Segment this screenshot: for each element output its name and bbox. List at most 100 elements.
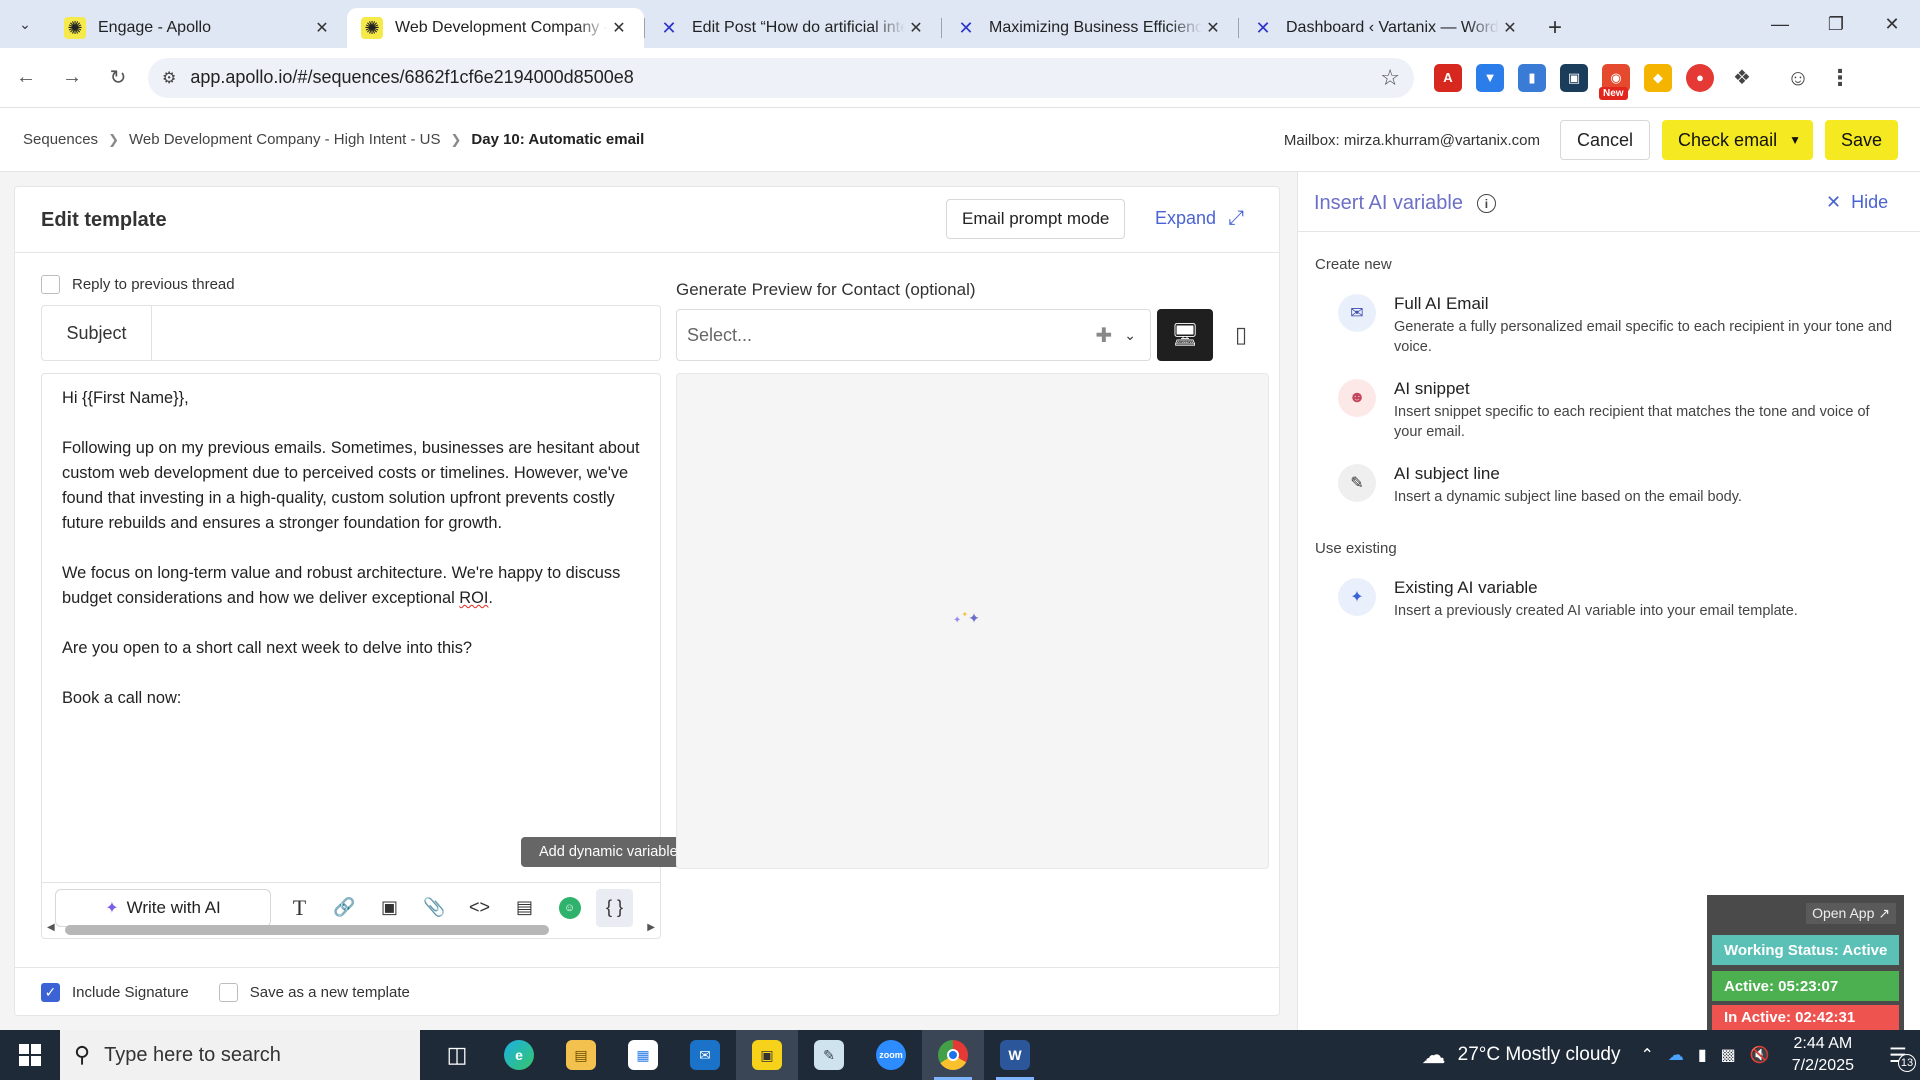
zoom-icon[interactable]: zoom <box>860 1030 922 1080</box>
apollo-icon: ✺ <box>361 17 383 39</box>
body-paragraph: Book a call now: <box>62 689 182 707</box>
scroll-right-icon[interactable]: ▶ <box>647 922 655 933</box>
taskbar-search-input[interactable]: ⚲ Type here to search <box>60 1030 420 1080</box>
onedrive-cloud-icon[interactable]: ☁ <box>1668 1045 1684 1065</box>
close-icon[interactable]: ✕ <box>608 18 630 38</box>
subject-input[interactable] <box>152 306 660 360</box>
working-status: Working Status: Active <box>1712 935 1899 965</box>
reload-icon[interactable]: ↻ <box>98 58 138 98</box>
desktop-view-icon[interactable]: 🖥 <box>1157 309 1213 361</box>
email-prompt-mode-button[interactable]: Email prompt mode <box>946 199 1126 239</box>
include-signature-option[interactable]: ✓ Include Signature <box>41 983 189 1002</box>
email-body-text[interactable]: Hi {{First Name}}, Following up on my pr… <box>62 386 642 736</box>
taskbar-clock[interactable]: 2:44 AM 7/2/2025 <box>1792 1033 1854 1077</box>
plugin-icon: ✚ <box>1095 324 1113 347</box>
browser-tab-edit-post[interactable]: ✕ Edit Post “How do artificial intellige… <box>644 8 941 48</box>
close-window-icon[interactable]: ✕ <box>1864 0 1920 48</box>
save-button[interactable]: Save <box>1824 120 1898 160</box>
camera-extension-icon[interactable]: ▣ <box>1560 63 1588 92</box>
restore-icon[interactable]: ❐ <box>1808 0 1864 48</box>
puzzle-extensions-icon[interactable]: ❖ <box>1728 64 1756 92</box>
save-as-template-option[interactable]: Save as a new template <box>218 983 410 1002</box>
create-new-label: Create new <box>1315 256 1392 273</box>
file-explorer-icon[interactable]: ▤ <box>550 1030 612 1080</box>
microsoft-store-icon[interactable]: ▦ <box>612 1030 674 1080</box>
notepad-icon[interactable]: ✎ <box>798 1030 860 1080</box>
reply-thread-checkbox[interactable] <box>41 275 60 294</box>
extension-icons: A ▼ ▮ ▣ ◉ New ◆ ● ❖ ☺ ⋮ <box>1434 63 1854 100</box>
contact-select[interactable]: Select... ✚ ⌄ <box>676 309 1151 361</box>
include-signature-checkbox[interactable]: ✓ <box>41 983 60 1002</box>
loading-sparkle-icon: ✦✦✦ <box>953 610 980 626</box>
browser-tab-web-dev[interactable]: ✺ Web Development Company - High Intent … <box>347 8 644 48</box>
site-settings-icon[interactable]: ⚙ <box>162 68 176 88</box>
full-ai-email-option[interactable]: ✉ Full AI Email Generate a fully persona… <box>1338 294 1898 357</box>
windows-taskbar: ⚲ Type here to search ◫ e ▤ ▦ ✉ ▣ ✎ zoom… <box>0 1030 1920 1080</box>
chevron-up-icon[interactable]: ⌃ <box>1640 1045 1653 1065</box>
network-icon[interactable]: ▩ <box>1721 1045 1736 1065</box>
battery-icon[interactable]: ▮ <box>1698 1045 1707 1065</box>
toolbar-scrollbar[interactable]: ◀ ▶ <box>41 920 661 938</box>
profile-avatar-icon[interactable]: ☺ <box>1784 64 1812 92</box>
hide-panel-button[interactable]: ✕ Hide <box>1826 192 1888 213</box>
mobile-view-icon[interactable]: ▯ <box>1213 309 1269 361</box>
subject-sparkle-icon: ✎ <box>1338 464 1376 502</box>
word-icon[interactable]: W <box>984 1030 1046 1080</box>
address-bar: ← → ↻ ⚙ app.apollo.io/#/sequences/6862f1… <box>0 48 1920 108</box>
task-view-icon[interactable]: ◫ <box>426 1030 488 1080</box>
notification-center-icon[interactable]: ☰ 13 <box>1876 1030 1920 1080</box>
tab-title: Maximizing Business Efficiency <box>989 19 1202 36</box>
save-as-template-label: Save as a new template <box>249 984 410 1001</box>
mail-icon[interactable]: ✉ <box>674 1030 736 1080</box>
browser-tab-bar: ⌄ ✺ Engage - Apollo ✕ ✺ Web Development … <box>0 0 1920 48</box>
x-icon: ✕ <box>661 17 677 38</box>
ai-subject-line-option[interactable]: ✎ AI subject line Insert a dynamic subje… <box>1338 464 1898 507</box>
volume-muted-icon[interactable]: 🔇 <box>1750 1045 1770 1065</box>
new-tab-plus-icon[interactable]: + <box>1535 8 1575 48</box>
scrollbar-thumb[interactable] <box>65 925 549 935</box>
document-extension-icon[interactable]: ▮ <box>1518 63 1546 92</box>
forward-arrow-icon[interactable]: → <box>52 58 92 98</box>
shield-extension-icon[interactable]: ▼ <box>1476 63 1504 92</box>
breadcrumb-current-step: Day 10: Automatic email <box>471 131 645 148</box>
check-email-button[interactable]: Check email ▼ <box>1662 120 1813 160</box>
weather-widget[interactable]: ☁ 27°C Mostly cloudy <box>1422 1041 1621 1070</box>
breadcrumb-sequences[interactable]: Sequences <box>23 131 98 148</box>
open-app-link[interactable]: Open App ↗ <box>1806 903 1896 924</box>
email-preview-pane: ✦✦✦ <box>676 373 1269 869</box>
expand-button[interactable]: Expand ⤢ <box>1155 207 1244 230</box>
browser-tab-engage[interactable]: ✺ Engage - Apollo ✕ <box>50 8 347 48</box>
more-menu-icon[interactable]: ⋮ <box>1826 64 1854 92</box>
bookmark-star-icon[interactable]: ☆ <box>1380 65 1400 91</box>
browser-tab-maximizing[interactable]: ✕ Maximizing Business Efficiency ✕ <box>941 8 1238 48</box>
url-field[interactable]: ⚙ app.apollo.io/#/sequences/6862f1cf6e21… <box>148 57 1414 98</box>
breadcrumb-sequence-name[interactable]: Web Development Company - High Intent - … <box>129 131 441 148</box>
cancel-button[interactable]: Cancel <box>1560 120 1651 160</box>
ai-snippet-option[interactable]: ☻ AI snippet Insert snippet specific to … <box>1338 379 1898 442</box>
reply-thread-option[interactable]: Reply to previous thread <box>41 275 235 294</box>
chevron-right-icon: ❯ <box>108 131 119 147</box>
close-icon[interactable]: ✕ <box>1202 18 1224 38</box>
page-title: Edit template <box>41 209 167 231</box>
star-extension-icon[interactable]: ◆ <box>1644 63 1672 92</box>
subject-row: Subject <box>41 305 661 361</box>
record-extension-icon[interactable]: ● <box>1686 63 1714 92</box>
minimize-icon[interactable]: — <box>1752 0 1808 48</box>
browser-tab-dashboard[interactable]: ✕ Dashboard ‹ Vartanix — WordPress ✕ <box>1238 8 1535 48</box>
pdf-extension-icon[interactable]: A <box>1434 63 1462 92</box>
new-extension-icon[interactable]: ◉ New <box>1599 63 1630 100</box>
edge-browser-icon[interactable]: e <box>488 1030 550 1080</box>
info-icon[interactable]: i <box>1476 194 1496 213</box>
tab-search-chevron-icon[interactable]: ⌄ <box>0 0 50 48</box>
windows-start-icon[interactable] <box>0 1030 60 1080</box>
close-icon[interactable]: ✕ <box>905 18 927 38</box>
existing-ai-variable-option[interactable]: ✦ Existing AI variable Insert a previous… <box>1338 578 1898 621</box>
back-arrow-icon[interactable]: ← <box>6 58 46 98</box>
chrome-icon[interactable] <box>922 1030 984 1080</box>
close-icon[interactable]: ✕ <box>1499 18 1521 38</box>
scroll-left-icon[interactable]: ◀ <box>47 922 55 933</box>
close-icon[interactable]: ✕ <box>311 18 333 38</box>
time-tracker-widget: Open App ↗ Working Status: Active Active… <box>1707 895 1904 1035</box>
sticky-notes-icon[interactable]: ▣ <box>736 1030 798 1080</box>
save-as-template-checkbox[interactable] <box>218 983 238 1002</box>
